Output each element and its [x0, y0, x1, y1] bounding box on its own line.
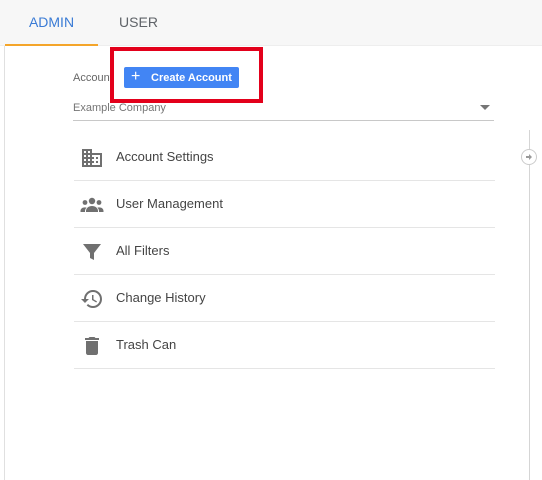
building-icon — [82, 149, 102, 167]
dropdown-arrow-icon — [480, 105, 490, 110]
tab-user[interactable]: USER — [100, 0, 177, 46]
tab-bar: ADMIN USER — [0, 0, 542, 46]
filter-icon — [83, 244, 101, 260]
menu-item-label: Trash Can — [116, 337, 177, 352]
menu-item-label: All Filters — [116, 243, 170, 258]
people-icon — [80, 197, 104, 212]
history-icon — [81, 290, 102, 308]
menu-item-label: User Management — [116, 196, 223, 211]
expand-arrow-icon[interactable] — [521, 149, 537, 165]
account-menu: Account Settings User Management All Fil… — [74, 134, 495, 369]
menu-item-user-management[interactable]: User Management — [74, 181, 495, 228]
account-selector[interactable]: Example Company — [73, 98, 494, 121]
menu-item-trash-can[interactable]: Trash Can — [74, 322, 495, 369]
create-account-button[interactable]: + Create Account — [124, 67, 239, 88]
menu-item-all-filters[interactable]: All Filters — [74, 228, 495, 275]
arrow-right-icon — [526, 154, 532, 160]
plus-icon: + — [131, 68, 141, 85]
account-selector-value: Example Company — [73, 102, 166, 114]
menu-item-label: Change History — [116, 290, 206, 305]
menu-item-account-settings[interactable]: Account Settings — [74, 134, 495, 181]
menu-item-label: Account Settings — [116, 149, 214, 164]
account-column-label: Account — [73, 72, 111, 84]
trash-icon — [85, 337, 99, 355]
column-divider — [529, 130, 530, 480]
tab-admin[interactable]: ADMIN — [5, 0, 98, 46]
create-account-label: Create Account — [151, 72, 232, 84]
menu-item-change-history[interactable]: Change History — [74, 275, 495, 322]
